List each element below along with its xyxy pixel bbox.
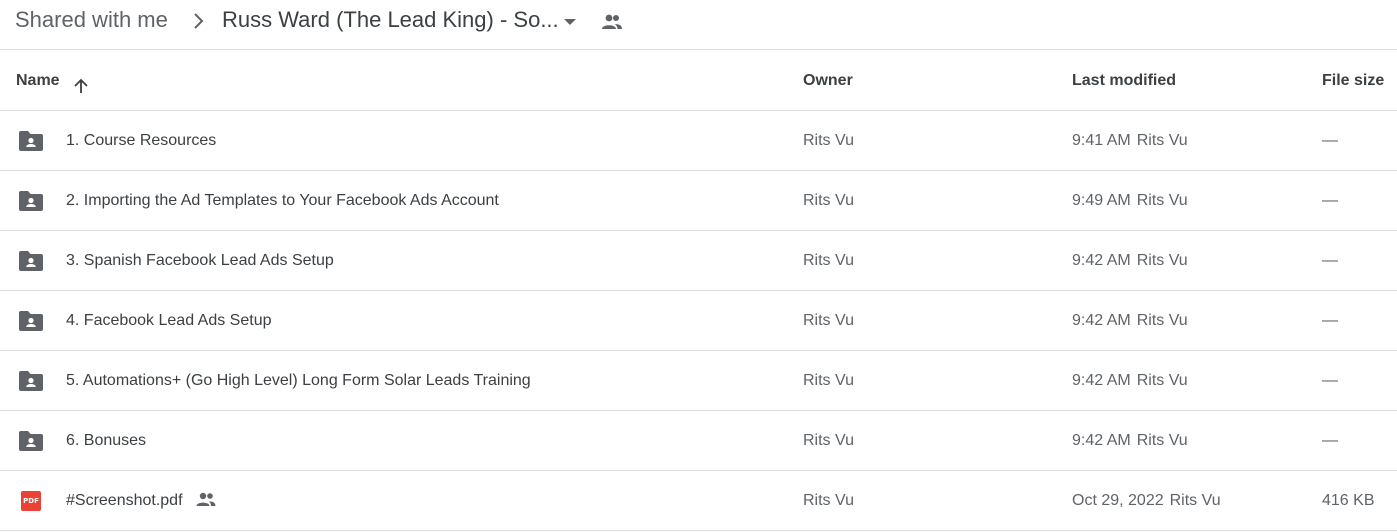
modified-time: 9:49 AM	[1072, 192, 1131, 209]
file-last-modified: Oct 29, 2022 Rits Vu	[1072, 471, 1221, 530]
breadcrumb: Shared with me Russ Ward (The Lead King)…	[0, 0, 1397, 50]
shared-folder-icon	[18, 250, 44, 272]
shared-folder-icon	[18, 310, 44, 332]
file-name[interactable]: 3. Spanish Facebook Lead Ads Setup	[66, 231, 334, 290]
file-row[interactable]: 1. Course Resources Rits Vu 9:41 AM Rits Vu…	[0, 111, 1397, 171]
arrow-up-icon[interactable]	[72, 77, 90, 95]
modified-by: Rits Vu	[1136, 192, 1188, 209]
column-header-last-modified[interactable]: Last modified	[1072, 51, 1176, 110]
file-last-modified: 9:42 AM Rits Vu	[1072, 231, 1188, 290]
file-row[interactable]: 3. Spanish Facebook Lead Ads Setup Rits V…	[0, 231, 1397, 291]
file-owner: Rits Vu	[803, 312, 854, 329]
file-last-modified: 9:42 AM Rits Vu	[1072, 291, 1188, 350]
shared-folder-icon	[18, 190, 44, 212]
modified-by: Rits Vu	[1136, 252, 1188, 269]
modified-time: 9:42 AM	[1072, 372, 1131, 389]
caret-down-icon[interactable]	[562, 14, 578, 30]
file-size: —	[1322, 252, 1338, 269]
column-header-owner[interactable]: Owner	[803, 51, 853, 110]
pdf-file-icon: PDF	[21, 491, 41, 511]
file-size: —	[1322, 132, 1338, 149]
modified-time: 9:42 AM	[1072, 252, 1131, 269]
file-row[interactable]: 5. Automations+ (Go High Level) Long For…	[0, 351, 1397, 411]
file-size: —	[1322, 192, 1338, 209]
file-last-modified: 9:42 AM Rits Vu	[1072, 411, 1188, 470]
shared-folder-icon	[18, 430, 44, 452]
file-owner: Rits Vu	[803, 372, 854, 389]
breadcrumb-current-folder[interactable]: Russ Ward (The Lead King) - So...	[222, 7, 559, 33]
file-size: —	[1322, 372, 1338, 389]
file-size: —	[1322, 432, 1338, 449]
file-size: —	[1322, 312, 1338, 329]
file-owner: Rits Vu	[803, 132, 854, 149]
modified-time: 9:42 AM	[1072, 432, 1131, 449]
file-last-modified: 9:41 AM Rits Vu	[1072, 111, 1188, 170]
chevron-right-icon	[194, 13, 204, 29]
modified-by: Rits Vu	[1136, 372, 1188, 389]
people-icon	[195, 491, 217, 508]
file-row[interactable]: 4. Facebook Lead Ads Setup Rits Vu 9:42 AM…	[0, 291, 1397, 351]
modified-by: Rits Vu	[1136, 432, 1188, 449]
column-header-name[interactable]: Name	[16, 51, 60, 110]
modified-by: Rits Vu	[1169, 492, 1221, 509]
file-size: 416 KB	[1322, 492, 1375, 509]
file-owner: Rits Vu	[803, 432, 854, 449]
file-name[interactable]: #Screenshot.pdf	[66, 471, 183, 530]
file-name[interactable]: 6. Bonuses	[66, 411, 146, 470]
file-row[interactable]: PDF #Screenshot.pdf Rits Vu Oct 29, 2022 Rit…	[0, 471, 1397, 531]
file-last-modified: 9:42 AM Rits Vu	[1072, 351, 1188, 410]
column-header-file-size[interactable]: File size	[1322, 51, 1384, 110]
file-owner: Rits Vu	[803, 492, 854, 509]
modified-by: Rits Vu	[1136, 132, 1188, 149]
modified-by: Rits Vu	[1136, 312, 1188, 329]
modified-time: Oct 29, 2022	[1072, 492, 1164, 509]
file-name[interactable]: 4. Facebook Lead Ads Setup	[66, 291, 271, 350]
column-header-row: Name Owner Last modified File size	[0, 51, 1397, 111]
modified-time: 9:42 AM	[1072, 312, 1131, 329]
breadcrumb-root-link[interactable]: Shared with me	[15, 7, 168, 33]
file-owner: Rits Vu	[803, 252, 854, 269]
file-name[interactable]: 2. Importing the Ad Templates to Your Fa…	[66, 171, 499, 230]
modified-time: 9:41 AM	[1072, 132, 1131, 149]
file-row[interactable]: 2. Importing the Ad Templates to Your Fa…	[0, 171, 1397, 231]
shared-folder-icon	[18, 130, 44, 152]
people-icon	[602, 14, 622, 29]
file-name[interactable]: 1. Course Resources	[66, 111, 216, 170]
file-name[interactable]: 5. Automations+ (Go High Level) Long For…	[66, 351, 531, 410]
file-row[interactable]: 6. Bonuses Rits Vu 9:42 AM Rits Vu —	[0, 411, 1397, 471]
shared-folder-icon	[18, 370, 44, 392]
file-owner: Rits Vu	[803, 192, 854, 209]
file-last-modified: 9:49 AM Rits Vu	[1072, 171, 1188, 230]
